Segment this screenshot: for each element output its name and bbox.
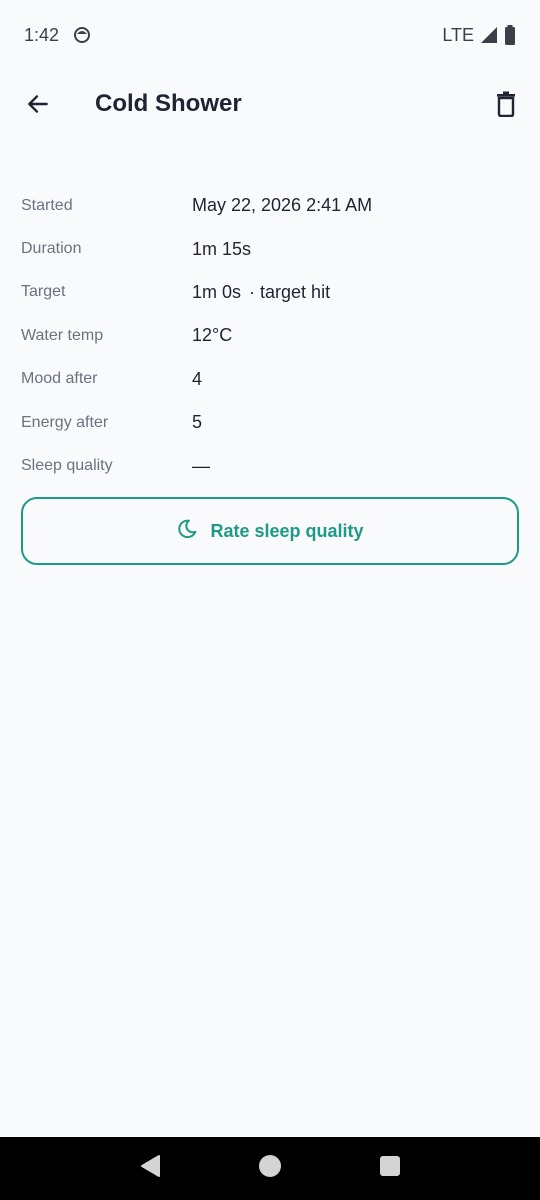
signal-icon xyxy=(480,26,498,44)
detail-row-started: Started May 22, 2026 2:41 AM xyxy=(21,184,521,227)
nav-home-button[interactable] xyxy=(250,1149,290,1189)
status-time: 1:42 xyxy=(24,24,60,45)
detail-label: Mood after xyxy=(21,370,98,388)
detail-row-energy-after: Energy after 5 xyxy=(21,401,521,444)
detail-row-target: Target 1m 0s · target hit xyxy=(21,271,521,314)
target-value: 1m 0s xyxy=(192,281,242,302)
screen: 1:42 LTE Cold Shower Started May 22, 202… xyxy=(0,0,540,1200)
detail-value: — xyxy=(192,455,210,476)
back-button[interactable] xyxy=(14,82,62,130)
delete-button[interactable] xyxy=(482,82,530,130)
nav-recents-button[interactable] xyxy=(370,1149,410,1189)
detail-value: 12°C xyxy=(192,325,233,346)
detail-value: 1m 0s · target hit xyxy=(192,282,330,303)
recents-square-icon xyxy=(379,1155,401,1182)
session-details: Started May 22, 2026 2:41 AM Duration 1m… xyxy=(21,184,521,488)
nav-back-button[interactable] xyxy=(130,1149,170,1189)
trash-icon xyxy=(494,91,518,122)
battery-icon xyxy=(504,25,516,45)
detail-value: 5 xyxy=(192,412,203,433)
system-nav-bar xyxy=(0,1137,540,1200)
detail-value: 1m 15s xyxy=(192,238,252,259)
detail-label: Target xyxy=(21,283,66,301)
detail-label: Energy after xyxy=(21,413,109,431)
detail-value: 4 xyxy=(192,368,203,389)
status-left: 1:42 xyxy=(24,25,91,46)
rate-sleep-quality-label: Rate sleep quality xyxy=(210,520,364,541)
arrow-back-icon xyxy=(25,91,51,122)
detail-label: Sleep quality xyxy=(21,457,113,475)
detail-row-duration: Duration 1m 15s xyxy=(21,227,521,270)
detail-label: Duration xyxy=(21,240,82,258)
detail-row-water-temp: Water temp 12°C xyxy=(21,314,521,357)
status-bar: 1:42 LTE xyxy=(0,0,540,70)
detail-label: Started xyxy=(21,196,73,214)
detail-label: Water temp xyxy=(21,326,104,344)
moon-icon xyxy=(176,518,198,545)
status-network: LTE xyxy=(442,24,474,45)
status-right: LTE xyxy=(442,25,516,46)
notification-face-icon xyxy=(73,26,91,44)
detail-row-mood-after: Mood after 4 xyxy=(21,358,521,401)
home-circle-icon xyxy=(258,1154,282,1183)
page-title: Cold Shower xyxy=(95,90,242,117)
target-hit-note: · target hit xyxy=(249,281,331,302)
rate-sleep-quality-button[interactable]: Rate sleep quality xyxy=(21,497,519,565)
back-triangle-icon xyxy=(139,1154,161,1183)
detail-value: May 22, 2026 2:41 AM xyxy=(192,195,373,216)
detail-row-sleep-quality: Sleep quality — xyxy=(21,444,521,487)
app-bar: Cold Shower xyxy=(0,70,540,142)
